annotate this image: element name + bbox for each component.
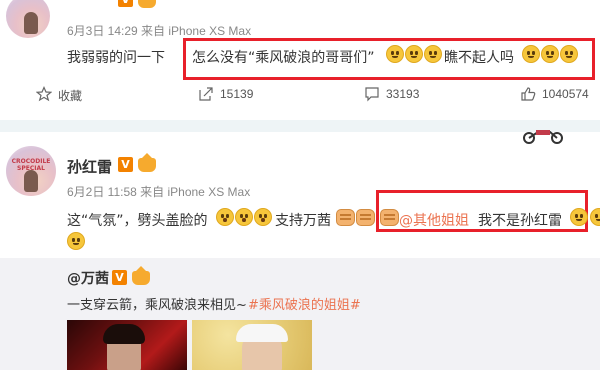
wink-emoji-icon (570, 208, 588, 226)
thumbs-up-icon (521, 87, 536, 101)
sweat-emoji-icon (67, 232, 85, 250)
crown-icon (138, 153, 156, 172)
post-1: V 6月3日 14:29 来自 iPhone XS Max 我弱弱的问一下 怎么… (0, 0, 600, 120)
star-icon (36, 86, 52, 102)
avatar[interactable] (6, 0, 50, 38)
repost-text: 一支穿云箭，乘风破浪来相见~ (67, 298, 247, 313)
crown-icon (138, 0, 156, 8)
smile-emoji-icon (386, 45, 404, 63)
like-count: 1040574 (542, 87, 589, 101)
smile-emoji-icon (405, 45, 423, 63)
fist-emoji-icon (356, 209, 375, 226)
fist-emoji-icon (336, 209, 355, 226)
smile-emoji-icon (424, 45, 442, 63)
verified-badge-icon: V (118, 157, 133, 172)
repost-author[interactable]: @万茜 (67, 268, 109, 288)
avatar-text: CROCODILE (11, 158, 51, 165)
surprised-emoji-icon (216, 208, 234, 226)
post-text-part: 支持万茜 (275, 213, 331, 229)
post-date-source: 6月2日 11:58 来自 iPhone XS Max (67, 185, 251, 199)
author-name[interactable]: 孙红雷 (67, 156, 112, 177)
fist-emoji-icon (380, 209, 399, 226)
crown-icon (132, 266, 150, 285)
favorite-button[interactable]: 收藏 (36, 84, 96, 104)
feed-divider (0, 120, 600, 132)
post-text-part: 这“气氛”，劈头盖脸的 (67, 213, 208, 229)
post-2: CROCODILE SPECIAL 孙红雷 V 6月2日 11:58 来自 iPh… (0, 132, 600, 370)
mention-link[interactable]: @其他姐姐 (399, 210, 469, 230)
post-date-source: 6月3日 14:29 来自 iPhone XS Max (67, 24, 252, 38)
post-text-highlighted: 怎么没有“乘风破浪的哥哥们” (192, 50, 375, 66)
post-text-part: 我弱弱的问一下 (67, 50, 165, 66)
comment-icon (365, 87, 379, 102)
smile-emoji-icon (590, 208, 600, 226)
like-button[interactable]: 1040574 (520, 84, 600, 104)
hashtag-link[interactable]: #乘风破浪的姐姐# (248, 294, 361, 313)
smile-emoji-icon (560, 45, 578, 63)
repost-image-1[interactable] (67, 320, 187, 370)
verified-badge-icon: V (118, 0, 133, 7)
smile-emoji-icon (522, 45, 540, 63)
share-button[interactable]: 15139 (198, 84, 278, 104)
post-text-part: 瞧不起人吗 (444, 50, 514, 66)
repost-card[interactable]: @万茜 V 一支穿云箭，乘风破浪来相见~ #乘风破浪的姐姐# (0, 258, 600, 370)
verified-badge-icon: V (112, 270, 127, 285)
smile-emoji-icon (541, 45, 559, 63)
share-icon (199, 87, 213, 101)
repost-image-2[interactable] (192, 320, 312, 370)
surprised-emoji-icon (235, 208, 253, 226)
comment-count: 33193 (386, 87, 420, 101)
surprised-emoji-icon (254, 208, 272, 226)
avatar[interactable]: CROCODILE SPECIAL (6, 146, 56, 196)
share-count: 15139 (220, 87, 254, 101)
favorite-label: 收藏 (58, 89, 83, 103)
comment-button[interactable]: 33193 (364, 84, 444, 104)
post-text-part: 我不是孙红雷 (478, 213, 562, 229)
